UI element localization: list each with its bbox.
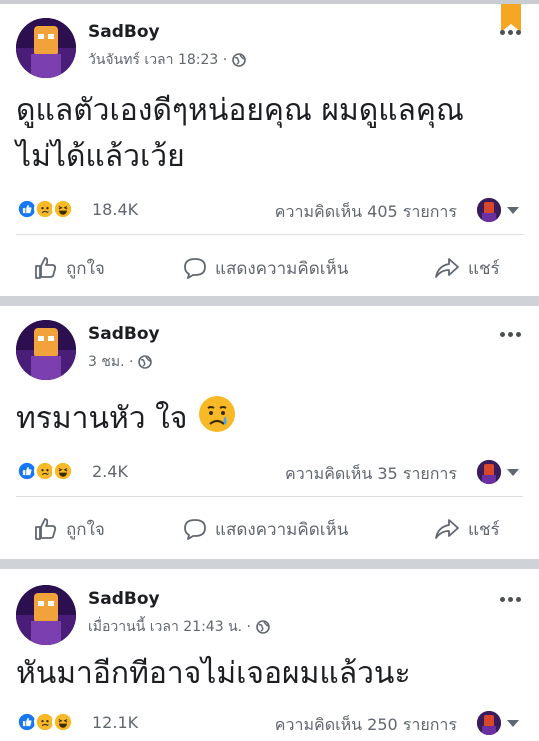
like-label: ถูกใจ: [66, 519, 105, 540]
viewer-avatar[interactable]: [477, 198, 501, 222]
post-text: หันมาอีกทีอาจไม่เจอผมแล้วนะ: [16, 651, 526, 697]
chevron-down-icon[interactable]: [507, 720, 519, 727]
post-header: SadBoy เมื่อวานนี้ เวลา 21:43 น. ·: [16, 585, 523, 647]
crying-face-emoji: [198, 396, 235, 432]
like-button[interactable]: ถูกใจ: [34, 248, 105, 288]
more-options-icon[interactable]: [497, 26, 523, 38]
author-name[interactable]: SadBoy: [88, 589, 160, 609]
post-actions: ถูกใจ แสดงความคิดเห็น แชร์: [0, 248, 539, 288]
post-header: SadBoy วันจันทร์ เวลา 18:23 ·: [16, 18, 523, 80]
author-name[interactable]: SadBoy: [88, 22, 160, 42]
globe-icon: [256, 620, 270, 634]
top-separator: [0, 0, 539, 4]
post-text: ดูแลตัวเองดีๆหน่อยคุณ ผมดูแลคุณ ไม่ได้แล…: [16, 88, 526, 180]
haha-icon: [52, 198, 74, 220]
share-button[interactable]: แชร์: [434, 248, 500, 288]
post-stats: 2.4K ความคิดเห็น 35 รายการ: [16, 460, 523, 484]
avatar[interactable]: [16, 18, 76, 78]
viewer-avatar[interactable]: [477, 711, 501, 735]
reaction-icons[interactable]: [16, 460, 74, 482]
post-header: SadBoy 3 ชม. ·: [16, 320, 523, 382]
post-stats: 12.1K ความคิดเห็น 250 รายการ: [16, 711, 523, 735]
post-timestamp[interactable]: 3 ชม. ·: [88, 351, 133, 373]
globe-icon: [138, 355, 153, 369]
comment-label: แสดงความคิดเห็น: [215, 519, 349, 540]
post-meta: วันจันทร์ เวลา 18:23 ·: [88, 49, 246, 71]
reaction-icons[interactable]: [16, 711, 74, 733]
post-3: SadBoy เมื่อวานนี้ เวลา 21:43 น. · หันมา…: [0, 585, 539, 741]
comment-count[interactable]: ความคิดเห็น 35 รายการ: [285, 462, 457, 487]
haha-icon: [52, 460, 74, 482]
globe-icon: [232, 53, 246, 67]
more-options-icon[interactable]: [497, 593, 523, 605]
viewer-avatar[interactable]: [477, 460, 501, 484]
author-name[interactable]: SadBoy: [88, 324, 160, 344]
share-label: แชร์: [468, 258, 500, 279]
post-meta: เมื่อวานนี้ เวลา 21:43 น. ·: [88, 616, 270, 638]
comment-count[interactable]: ความคิดเห็น 250 รายการ: [275, 713, 457, 738]
post-text-line: ดูแลตัวเองดีๆหน่อยคุณ ผมดูแลคุณ: [16, 93, 464, 128]
post-2: SadBoy 3 ชม. · ทรมานหัว ใจ 2.4K ความคิดเ…: [0, 320, 539, 560]
thumbs-up-icon: [35, 257, 57, 279]
comment-count[interactable]: ความคิดเห็น 405 รายการ: [275, 200, 457, 225]
share-icon: [435, 258, 459, 278]
post-text-line: ไม่ได้แล้วเว้ย: [16, 139, 185, 174]
thumbs-up-icon: [35, 518, 57, 540]
like-label: ถูกใจ: [66, 258, 105, 279]
divider: [16, 496, 523, 497]
reaction-icons[interactable]: [16, 198, 74, 220]
reaction-count[interactable]: 2.4K: [92, 462, 128, 481]
post-text-line: ทรมานหัว ใจ: [16, 401, 188, 436]
post-1: SadBoy วันจันทร์ เวลา 18:23 · ดูแลตัวเอง…: [0, 18, 539, 298]
chevron-down-icon[interactable]: [507, 469, 519, 476]
post-timestamp[interactable]: เมื่อวานนี้ เวลา 21:43 น. ·: [88, 616, 251, 638]
haha-icon: [52, 711, 74, 733]
post-text: ทรมานหัว ใจ: [16, 394, 526, 442]
chevron-down-icon[interactable]: [507, 207, 519, 214]
like-button[interactable]: ถูกใจ: [34, 509, 105, 549]
share-icon: [435, 519, 459, 539]
post-text-line: หันมาอีกทีอาจไม่เจอผมแล้วนะ: [16, 656, 411, 691]
post-separator: [0, 559, 539, 569]
avatar[interactable]: [16, 585, 76, 645]
more-options-icon[interactable]: [497, 328, 523, 340]
avatar[interactable]: [16, 320, 76, 380]
post-actions: ถูกใจ แสดงความคิดเห็น แชร์: [0, 509, 539, 549]
share-button[interactable]: แชร์: [434, 509, 500, 549]
comment-icon: [184, 519, 206, 540]
post-timestamp[interactable]: วันจันทร์ เวลา 18:23 ·: [88, 49, 227, 71]
divider: [16, 234, 523, 235]
post-stats: 18.4K ความคิดเห็น 405 รายการ: [16, 198, 523, 222]
reaction-count[interactable]: 12.1K: [92, 713, 138, 732]
comment-label: แสดงความคิดเห็น: [215, 258, 349, 279]
post-separator: [0, 296, 539, 306]
reaction-count[interactable]: 18.4K: [92, 200, 138, 219]
comment-button[interactable]: แสดงความคิดเห็น: [183, 248, 348, 288]
comment-button[interactable]: แสดงความคิดเห็น: [183, 509, 348, 549]
comment-icon: [184, 258, 206, 279]
post-meta: 3 ชม. ·: [88, 351, 153, 373]
share-label: แชร์: [468, 519, 500, 540]
